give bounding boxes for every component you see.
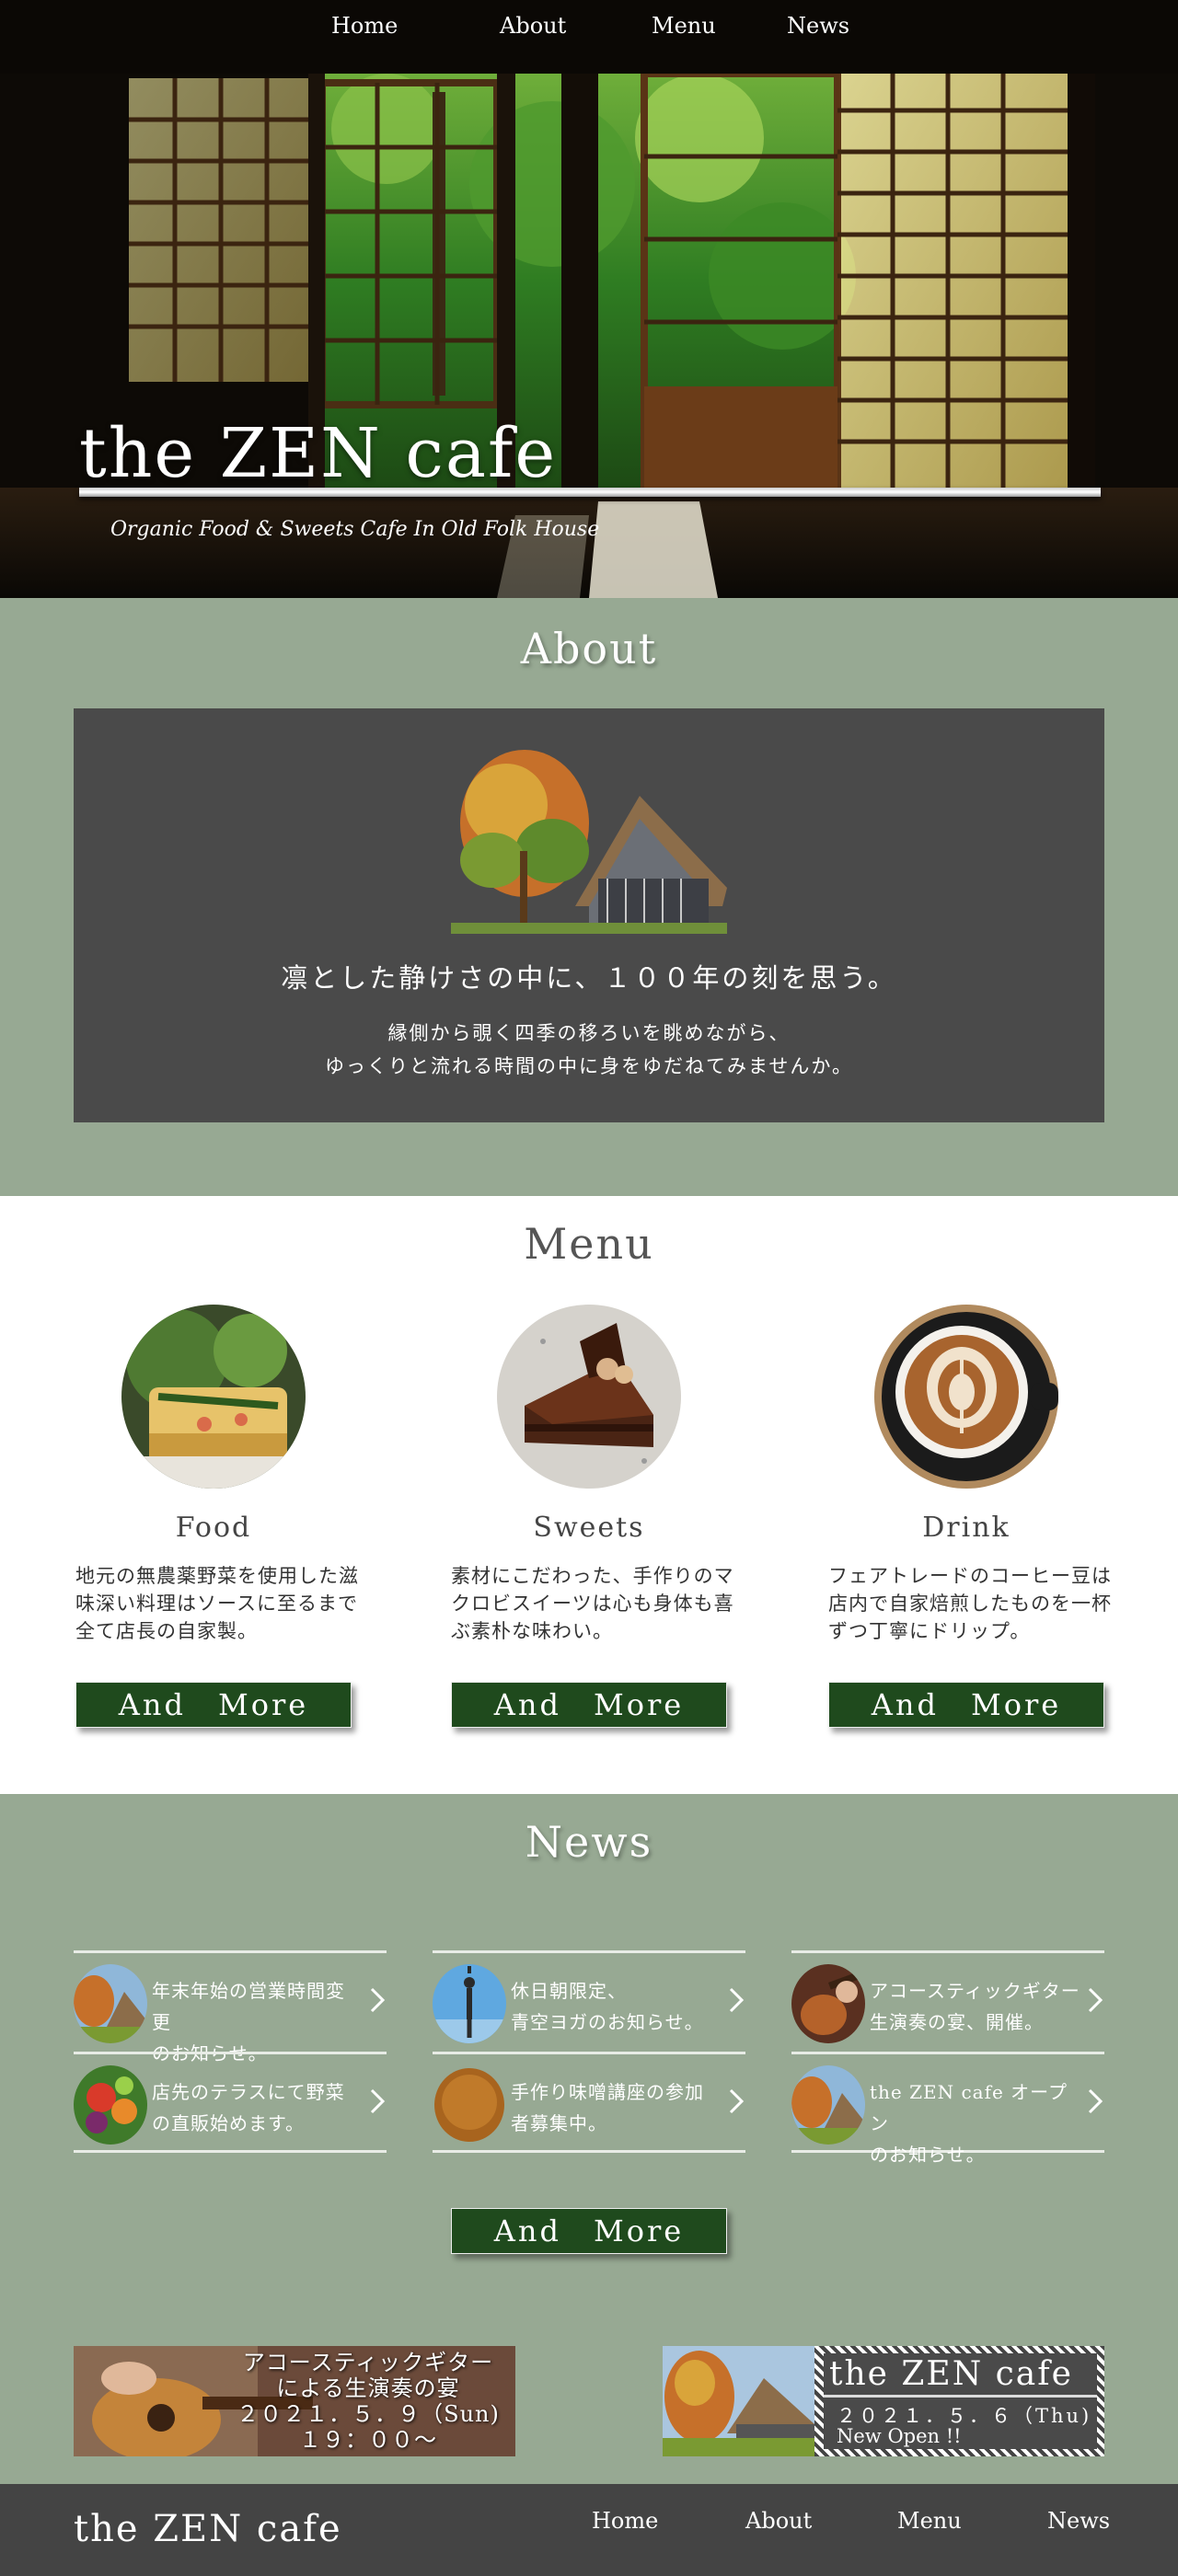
news-thumb-vegetables: [74, 2065, 147, 2145]
hero-divider: [79, 488, 1101, 497]
drink-more-button[interactable]: And More: [828, 1682, 1104, 1728]
menu-card-sweets: Sweets 素材にこだわった、手作りのマクロビスイーツは心も身体も喜ぶ素朴な味…: [451, 1305, 733, 1746]
nav-about-link[interactable]: About: [500, 13, 566, 39]
banner-live-line4: １９：００〜: [299, 2427, 437, 2453]
banner-open-divider: [824, 2395, 1097, 2398]
sweets-more-button[interactable]: And More: [451, 1682, 727, 1728]
news-thumb-guitar: [791, 1964, 865, 2043]
nav-menu-link[interactable]: Menu: [652, 13, 716, 39]
menu-card-drink: Drink フェアトレードのコーヒー豆は店内で自家焙煎したものを一杯ずつ丁寧にド…: [828, 1305, 1111, 1746]
news-item-line1: アコースティックギター: [870, 1980, 1080, 2002]
footer-news-link[interactable]: News: [1047, 2508, 1110, 2534]
nav-home-link[interactable]: Home: [331, 13, 398, 39]
hero-title: the ZEN cafe: [79, 414, 558, 493]
chevron-right-icon: [370, 1987, 386, 2013]
menu-drink-name: Drink: [922, 1512, 1011, 1544]
chevron-right-icon: [729, 2088, 745, 2114]
banner-open[interactable]: the ZEN cafe ２０２１．５．６（Thu) New Open !!: [663, 2346, 1104, 2456]
menu-sweets-desc: 素材にこだわった、手作りのマクロビスイーツは心も身体も喜ぶ素朴な味わい。: [451, 1565, 734, 1642]
banner-live-line2: による生演奏の宴: [276, 2375, 460, 2401]
banner-open-panel: the ZEN cafe ２０２１．５．６（Thu) New Open !!: [824, 2353, 1097, 2449]
news-thumb-miso: [433, 2065, 506, 2145]
news-item-line1: 手作り味噌講座の参加: [511, 2081, 704, 2103]
footer: the ZEN cafe Home About Menu News: [0, 2484, 1178, 2576]
drink-image: [874, 1305, 1058, 1489]
news-item-line2: 生演奏の宴、開催。: [870, 2011, 1044, 2033]
folk-house-image: [451, 750, 727, 934]
banner-live-music[interactable]: アコースティックギター による生演奏の宴 ２０２１．５．９（Sun) １９：００…: [74, 2346, 515, 2456]
about-title: About: [520, 624, 658, 673]
menu-food-desc: 地元の無農薬野菜を使用した滋味深い料理はソースに至るまで全て店長の自家製。: [75, 1565, 359, 1642]
news-thumb-house: [74, 1964, 147, 2043]
about-text-line1: 縁側から覗く四季の移ろいを眺めながら、: [387, 1022, 791, 1044]
footer-about-link[interactable]: About: [745, 2508, 812, 2534]
news-item-line2: 者募集中。: [511, 2112, 607, 2134]
banner-live-line3: ２０２１．５．９（Sun): [237, 2401, 500, 2427]
news-item-vegetables[interactable]: 店先のテラスにて野菜 の直販始めます。: [74, 2052, 387, 2153]
news-item-guitar[interactable]: アコースティックギター 生演奏の宴、開催。: [791, 1950, 1104, 2052]
news-item-miso[interactable]: 手作り味噌講座の参加 者募集中。: [433, 2052, 745, 2153]
news-thumb-yoga: [433, 1964, 506, 2043]
food-more-button[interactable]: And More: [75, 1682, 352, 1728]
about-text-line2: ゆっくりと流れる時間の中に身をゆだねてみませんか。: [325, 1055, 853, 1077]
banner-house-image: [663, 2346, 814, 2456]
banner-live-line1: アコースティックギター: [242, 2350, 494, 2375]
menu-drink-desc: フェアトレードのコーヒー豆は店内で自家焙煎したものを一杯ずつ丁寧にドリップ。: [828, 1565, 1112, 1642]
footer-logo[interactable]: the ZEN cafe: [74, 2508, 342, 2550]
news-item-line1: 店先のテラスにて野菜: [152, 2081, 345, 2103]
about-box: 凛とした静けさの中に、１００年の刻を思う。 縁側から覗く四季の移ろいを眺めながら…: [74, 708, 1104, 1122]
chevron-right-icon: [1088, 1987, 1103, 2013]
nav-news-link[interactable]: News: [787, 13, 849, 39]
chevron-right-icon: [370, 2088, 386, 2114]
news-item-line2: の直販始めます。: [152, 2112, 305, 2134]
news-item-line1: 年末年始の営業時間変更: [152, 1980, 345, 2033]
banner-open-label: New Open !!: [837, 2425, 962, 2447]
news-more-button[interactable]: And More: [451, 2208, 727, 2254]
news-item-yoga[interactable]: 休日朝限定、 青空ヨガのお知らせ。: [433, 1950, 745, 2052]
sweets-image: [497, 1305, 681, 1489]
top-nav: Home About Menu News: [0, 13, 1178, 42]
menu-food-name: Food: [175, 1512, 252, 1544]
news-section: News 年末年始の営業時間変更 のお知らせ。 休日朝限定、 青空ヨガのお知らせ…: [0, 1794, 1178, 2484]
hero-background-image: [0, 0, 1178, 598]
footer-home-link[interactable]: Home: [592, 2508, 658, 2534]
news-title: News: [525, 1817, 653, 1867]
hero-subtitle: Organic Food & Sweets Cafe In Old Folk H…: [110, 518, 600, 541]
footer-menu-link[interactable]: Menu: [897, 2508, 962, 2534]
news-item-line2: 青空ヨガのお知らせ。: [511, 2011, 704, 2033]
menu-sweets-name: Sweets: [533, 1512, 645, 1544]
news-item-line1: the ZEN cafe オープン: [870, 2081, 1068, 2134]
about-text: 縁側から覗く四季の移ろいを眺めながら、 ゆっくりと流れる時間の中に身をゆだねてみ…: [74, 1017, 1104, 1083]
about-section: About 凛とした静けさの中に、１００年の刻を思う。 縁側から覗く四季の移ろい…: [0, 598, 1178, 1196]
news-item-hours[interactable]: 年末年始の営業時間変更 のお知らせ。: [74, 1950, 387, 2064]
menu-card-food: Food 地元の無農薬野菜を使用した滋味深い料理はソースに至るまで全て店長の自家…: [75, 1305, 358, 1746]
banner-open-title: the ZEN cafe: [829, 2355, 1073, 2393]
food-image: [121, 1305, 306, 1489]
about-heading: 凛とした静けさの中に、１００年の刻を思う。: [281, 962, 897, 994]
chevron-right-icon: [1088, 2088, 1103, 2114]
banner-live-text: アコースティックギター による生演奏の宴 ２０２１．５．９（Sun) １９：００…: [221, 2350, 515, 2453]
news-item-line2: のお知らせ。: [870, 2144, 986, 2166]
hero-section: Home About Menu News the ZEN cafe Organi…: [0, 0, 1178, 598]
news-item-line1: 休日朝限定、: [511, 1980, 627, 2002]
menu-title: Menu: [524, 1219, 654, 1269]
menu-section: Menu Food 地元の無農薬野菜を使用した滋味深い料理はソースに至るまで全て…: [0, 1196, 1178, 1794]
news-thumb-house: [791, 2065, 865, 2145]
news-item-opening[interactable]: the ZEN cafe オープン のお知らせ。: [791, 2052, 1104, 2166]
chevron-right-icon: [729, 1987, 745, 2013]
